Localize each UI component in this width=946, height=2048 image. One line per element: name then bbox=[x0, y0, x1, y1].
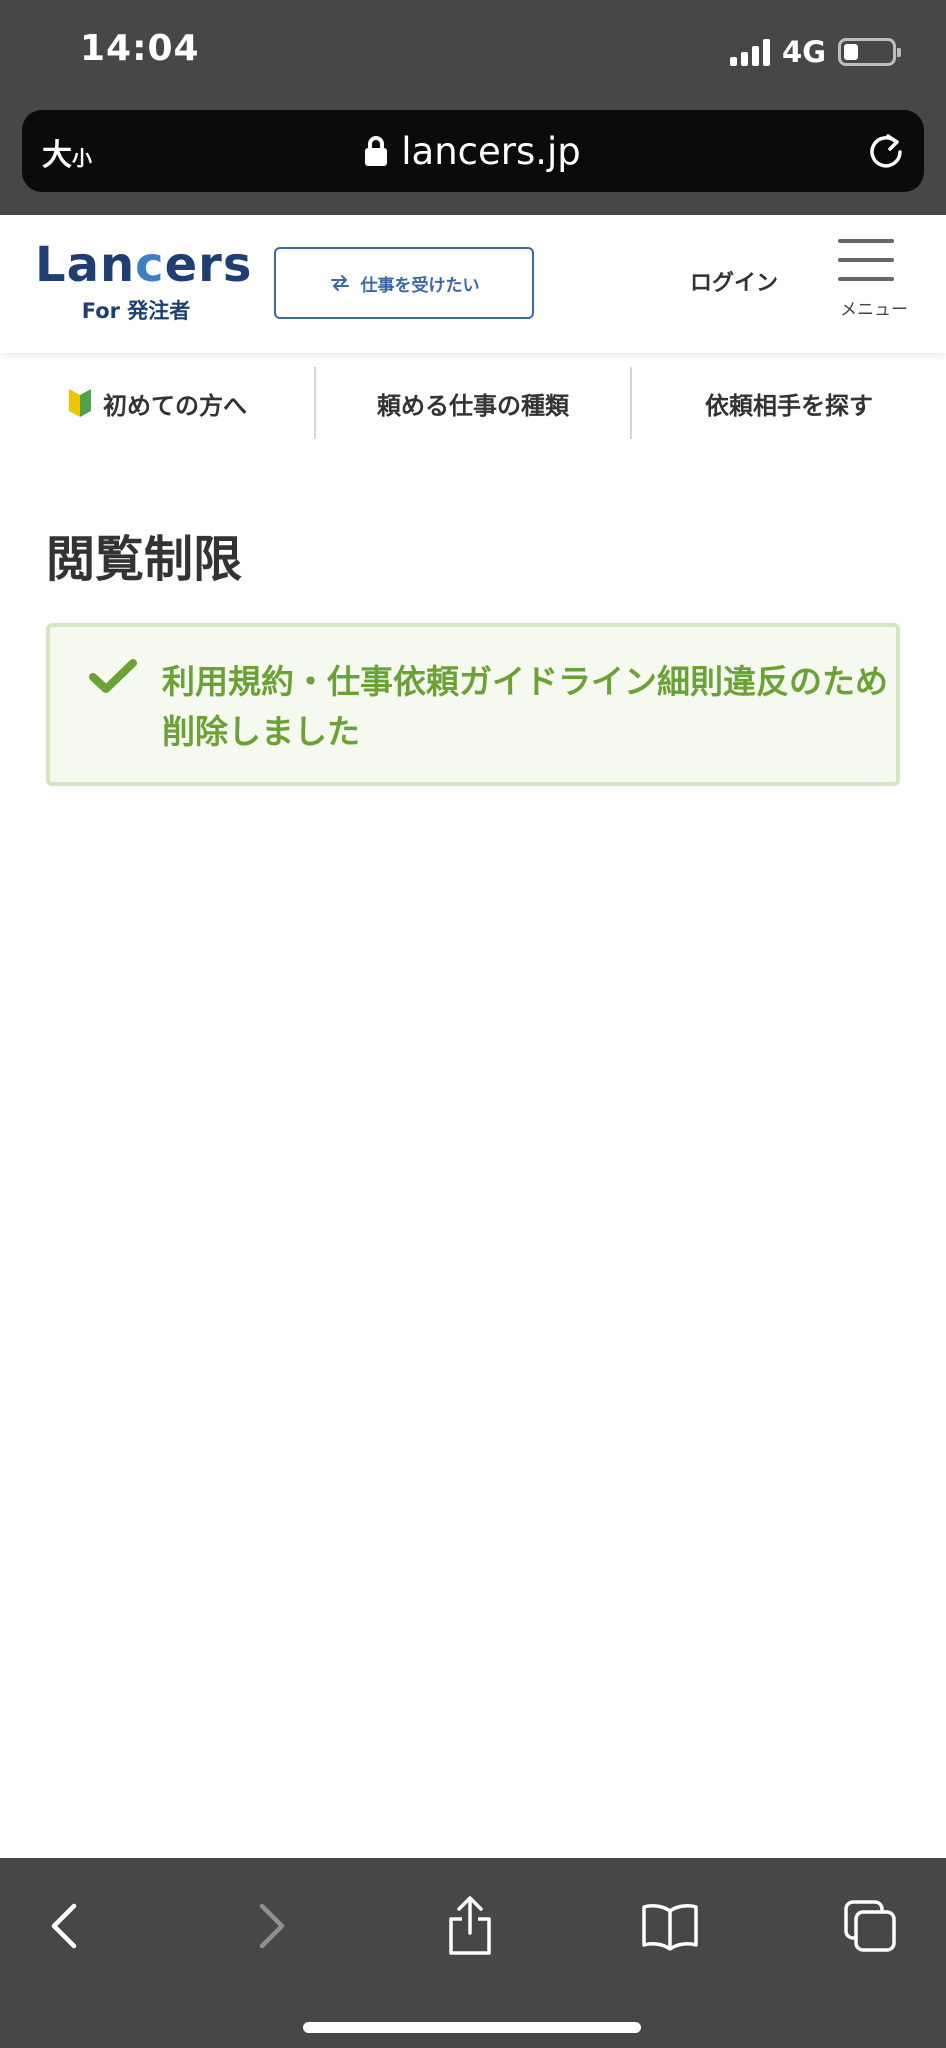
sub-nav-item-job-types[interactable]: 頼める仕事の種類 bbox=[316, 367, 630, 439]
status-indicators: 4G bbox=[730, 34, 901, 70]
beginner-mark-icon bbox=[69, 389, 91, 417]
hamburger-icon bbox=[838, 239, 894, 281]
chevron-left-icon bbox=[51, 1903, 77, 1949]
address-bar[interactable]: 大小 lancers.jp bbox=[22, 110, 924, 192]
share-icon bbox=[449, 1896, 491, 1955]
browser-bottom-toolbar bbox=[0, 1858, 946, 2048]
success-notice: 利用規約・仕事依頼ガイドライン細則違反のため削除しました bbox=[46, 623, 900, 786]
lancers-logo[interactable]: Lancers For 発注者 bbox=[35, 237, 251, 327]
battery-icon bbox=[838, 38, 901, 66]
status-time: 14:04 bbox=[80, 28, 200, 69]
site-header: Lancers For 発注者 仕事を受けたい ログイン メニュー bbox=[0, 215, 946, 353]
tabs-icon bbox=[844, 1900, 896, 1952]
home-indicator bbox=[303, 2022, 641, 2033]
check-icon bbox=[89, 659, 137, 693]
book-icon bbox=[642, 1904, 698, 1951]
bookmarks-button[interactable] bbox=[632, 1888, 708, 1964]
want-to-take-jobs-button[interactable]: 仕事を受けたい bbox=[274, 247, 534, 319]
page-title: 閲覧制限 bbox=[46, 531, 243, 588]
chevron-right-icon bbox=[259, 1903, 285, 1949]
want-to-take-jobs-label: 仕事を受けたい bbox=[360, 275, 480, 296]
screen: 14:04 4G 大小 lancers.jp Lancers For 発注者 仕… bbox=[0, 0, 946, 2048]
browser-top-chrome: 14:04 4G 大小 lancers.jp bbox=[0, 0, 946, 215]
signal-icon bbox=[730, 38, 771, 66]
network-type: 4G bbox=[782, 35, 826, 69]
menu-button[interactable]: メニュー bbox=[826, 239, 922, 329]
reload-icon[interactable] bbox=[866, 130, 906, 170]
tabs-button[interactable] bbox=[832, 1888, 908, 1964]
logo-subtitle: For 発注者 bbox=[81, 299, 191, 323]
sub-nav: 初めての方へ 頼める仕事の種類 依頼相手を探す bbox=[0, 353, 946, 453]
url-display[interactable]: lancers.jp bbox=[22, 124, 924, 178]
lock-icon bbox=[365, 136, 388, 166]
back-button[interactable] bbox=[28, 1888, 104, 1964]
login-link[interactable]: ログイン bbox=[690, 265, 778, 297]
sub-nav-item-first-time[interactable]: 初めての方へ bbox=[0, 367, 314, 439]
forward-button[interactable] bbox=[232, 1888, 308, 1964]
menu-label: メニュー bbox=[840, 300, 908, 320]
url-text: lancers.jp bbox=[401, 129, 581, 173]
sub-nav-item-find-contractor[interactable]: 依頼相手を探す bbox=[632, 367, 946, 439]
swap-arrows-icon bbox=[330, 275, 349, 291]
sub-nav-label: 頼める仕事の種類 bbox=[377, 391, 569, 420]
sub-nav-label: 初めての方へ bbox=[103, 391, 247, 420]
sub-nav-label: 依頼相手を探す bbox=[705, 391, 873, 420]
notice-message: 利用規約・仕事依頼ガイドライン細則違反のため削除しました bbox=[162, 662, 888, 751]
share-button[interactable] bbox=[432, 1888, 508, 1964]
